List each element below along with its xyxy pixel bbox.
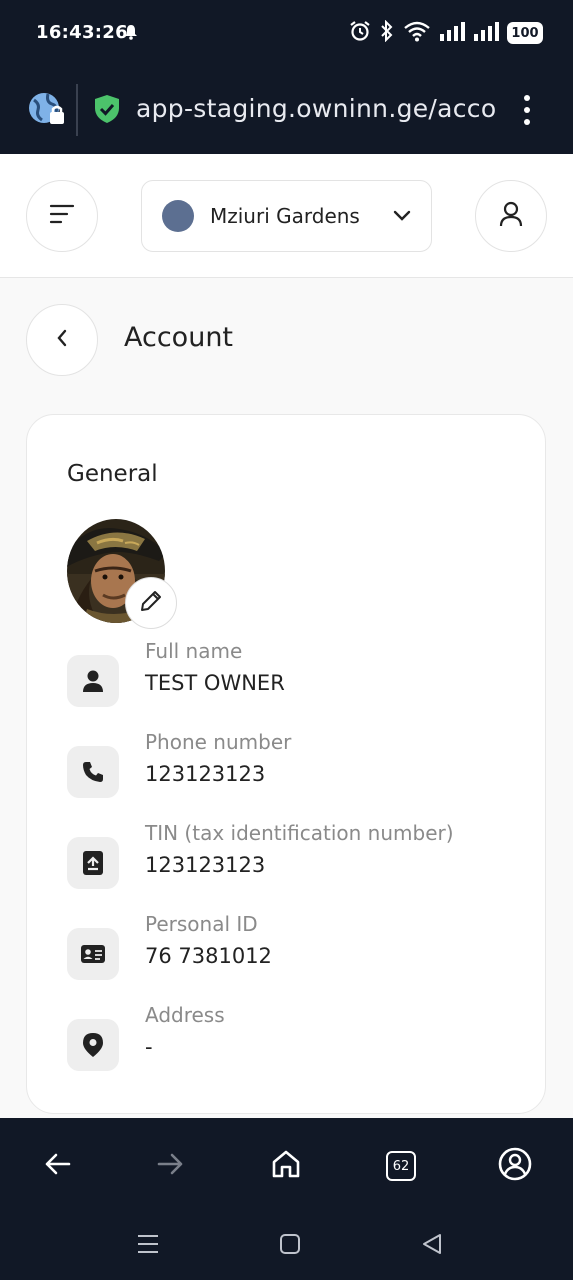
app-header: Mziuri Gardens xyxy=(0,154,573,278)
menu-button[interactable] xyxy=(26,180,98,252)
browser-bottom-nav: 62 xyxy=(0,1118,573,1210)
back-nav-button[interactable] xyxy=(35,1144,79,1188)
arrow-left-icon xyxy=(43,1152,71,1180)
square-home-icon xyxy=(279,1233,301,1259)
property-avatar xyxy=(162,200,194,232)
wifi-icon xyxy=(403,20,431,46)
system-back-button[interactable] xyxy=(418,1232,446,1260)
phone-icon xyxy=(67,746,119,798)
status-bar: 16:43:26 100 xyxy=(0,0,573,66)
field-full-name: Full name TEST OWNER xyxy=(67,639,527,731)
signal-icon xyxy=(439,20,465,46)
field-value: 123123123 xyxy=(145,853,266,877)
field-phone-number: Phone number 123123123 xyxy=(67,730,527,822)
browser-address-bar: app-staging.owninn.ge/account xyxy=(0,66,573,154)
section-title: General xyxy=(67,461,158,487)
general-card: General Full name TEST OWNER Phone numbe… xyxy=(26,414,546,1114)
hamburger-menu-icon xyxy=(49,203,75,229)
field-value: 123123123 xyxy=(145,762,266,786)
tabs-button[interactable]: 62 xyxy=(379,1144,423,1188)
recent-apps-icon xyxy=(136,1233,160,1259)
triangle-back-icon xyxy=(421,1233,443,1259)
secure-shield-icon[interactable] xyxy=(94,94,120,128)
field-value: - xyxy=(145,1035,153,1059)
field-label: Address xyxy=(145,1003,225,1027)
url-divider xyxy=(76,84,78,136)
home-button[interactable] xyxy=(264,1144,308,1188)
property-selector[interactable]: Mziuri Gardens xyxy=(141,180,432,252)
system-nav-bar xyxy=(0,1210,573,1280)
field-label: Full name xyxy=(145,639,243,663)
id-card-icon xyxy=(67,928,119,980)
edit-avatar-button[interactable] xyxy=(125,577,177,629)
recent-apps-button[interactable] xyxy=(134,1232,162,1260)
tabs-count: 62 xyxy=(386,1151,416,1181)
bluetooth-icon xyxy=(379,19,395,46)
chevron-left-icon xyxy=(56,329,68,351)
user-icon xyxy=(499,201,523,231)
battery-indicator: 100 xyxy=(507,22,543,44)
alarm-icon xyxy=(349,20,371,46)
tax-document-icon xyxy=(67,837,119,889)
location-pin-icon xyxy=(67,1019,119,1071)
url-text[interactable]: app-staging.owninn.ge/account xyxy=(136,94,496,123)
signal-icon-2 xyxy=(473,20,499,46)
person-icon xyxy=(67,655,119,707)
forward-nav-button[interactable] xyxy=(149,1144,193,1188)
field-address: Address - xyxy=(67,1003,527,1095)
status-time: 16:43:26 xyxy=(36,22,128,43)
browser-menu-icon[interactable] xyxy=(520,94,534,126)
status-icons: 100 xyxy=(349,19,543,46)
account-circle-icon xyxy=(498,1147,532,1185)
page-title: Account xyxy=(124,322,234,353)
field-label: TIN (tax identification number) xyxy=(145,821,454,845)
system-home-button[interactable] xyxy=(276,1232,304,1260)
field-value: TEST OWNER xyxy=(145,671,285,695)
property-name: Mziuri Gardens xyxy=(210,204,360,228)
field-personal-id: Personal ID 76 7381012 xyxy=(67,912,527,1004)
user-profile-button[interactable] xyxy=(475,180,547,252)
home-icon xyxy=(271,1149,301,1183)
field-label: Phone number xyxy=(145,730,292,754)
field-label: Personal ID xyxy=(145,912,258,936)
site-info-globe-icon[interactable] xyxy=(26,90,66,134)
chevron-down-icon xyxy=(393,207,411,226)
back-button[interactable] xyxy=(26,304,98,376)
pencil-icon xyxy=(138,588,164,618)
field-tin: TIN (tax identification number) 12312312… xyxy=(67,821,527,913)
account-button[interactable] xyxy=(493,1144,537,1188)
notification-bell-icon xyxy=(124,24,138,44)
field-value: 76 7381012 xyxy=(145,944,272,968)
arrow-right-icon xyxy=(157,1152,185,1180)
